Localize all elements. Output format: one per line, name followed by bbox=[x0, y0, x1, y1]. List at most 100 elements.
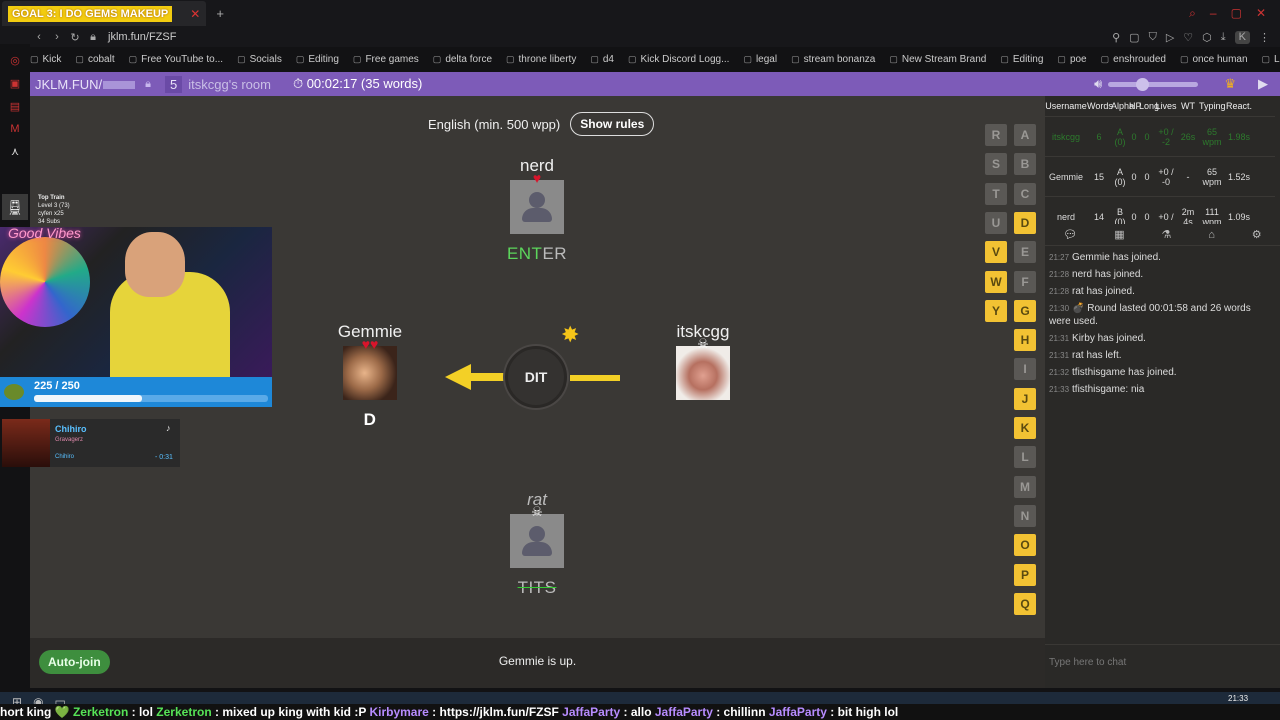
bookmark-item[interactable]: New Stream Brand bbox=[889, 54, 986, 65]
bookmark-item[interactable]: Kick Discord Logg... bbox=[628, 54, 730, 65]
pin-icon[interactable]: ⚲ bbox=[1112, 31, 1120, 44]
album-art bbox=[2, 419, 50, 467]
bookmark-item[interactable]: Socials bbox=[237, 54, 282, 65]
table-cell: 6 bbox=[1096, 131, 1102, 142]
chat-message: 21:32 tfisthisgame has joined. bbox=[1049, 366, 1275, 379]
column-header[interactable]: Username bbox=[1045, 101, 1087, 111]
player-icon[interactable]: ▷ bbox=[1166, 31, 1174, 44]
skull-icon: ☠ bbox=[531, 504, 543, 519]
mail-icon[interactable]: M bbox=[0, 123, 30, 135]
browser-tab[interactable]: GOAL 3: I DO GEMS MAKEUP ✕ bbox=[2, 1, 207, 26]
profile-avatar[interactable]: K bbox=[1234, 30, 1250, 44]
apps-icon[interactable]: ⋏ bbox=[0, 145, 30, 158]
chat-text: 💣 Round lasted 00:01:58 and 26 words wer… bbox=[1049, 303, 1251, 327]
jklm-app-bar: JKLM.FUN/ 🔒︎ 5 itskcgg's room ⏱ 00:02:17… bbox=[30, 72, 1280, 96]
neon-sign: Good Vibes bbox=[8, 227, 81, 241]
room-lock-icon[interactable]: 🔒︎ bbox=[145, 78, 151, 91]
chat-message: 21:31 Kirby has joined. bbox=[1049, 332, 1275, 345]
player-sidebar-icon[interactable]: ▤ bbox=[0, 100, 30, 113]
show-rules-button[interactable]: Show rules bbox=[570, 112, 655, 136]
heart-icon[interactable]: ♡ bbox=[1183, 31, 1193, 44]
column-header[interactable]: React. bbox=[1225, 101, 1253, 111]
bookmark-item[interactable]: d4 bbox=[590, 54, 614, 65]
column-header[interactable]: Lives bbox=[1155, 101, 1177, 111]
chat-text: nerd has joined. bbox=[1072, 269, 1144, 280]
chat-time: 21:28 bbox=[1049, 270, 1070, 279]
bookmark-item[interactable]: throne liberty bbox=[506, 54, 577, 65]
table-cell: itskcgg bbox=[1051, 131, 1080, 142]
bookmark-item[interactable]: once human bbox=[1180, 54, 1247, 65]
close-tab-icon[interactable]: ✕ bbox=[190, 7, 200, 21]
bookmark-item[interactable]: Free games bbox=[353, 54, 418, 65]
column-header[interactable]: Long bbox=[1139, 101, 1159, 111]
stats-tab-icon[interactable]: ⚗ bbox=[1161, 228, 1171, 241]
letter-j: J bbox=[1014, 387, 1036, 410]
crown-icon[interactable]: ♛ bbox=[1224, 76, 1236, 92]
bookmark-item[interactable]: Kick bbox=[30, 54, 62, 65]
download-icon[interactable]: ⤓ bbox=[1221, 31, 1226, 44]
column-header[interactable]: WT bbox=[1177, 101, 1199, 111]
settings-tab-icon[interactable]: ⚙ bbox=[1252, 228, 1262, 241]
auto-join-button[interactable]: Auto-join bbox=[39, 650, 110, 674]
sub-goal-fill bbox=[34, 395, 142, 402]
table-cell: 0 bbox=[1131, 131, 1137, 142]
speaker-icon[interactable]: 🔊︎ bbox=[1094, 76, 1102, 92]
room-tab-icon[interactable]: ⌂ bbox=[1208, 229, 1215, 241]
column-header[interactable]: Words bbox=[1087, 101, 1113, 111]
scoreboard-header: Username Words Alpha HP Long Lives WT Typing Rea… bbox=[1045, 96, 1275, 116]
chat-input[interactable]: Type here to chat bbox=[1045, 644, 1280, 688]
bookmark-item[interactable]: Editing bbox=[1000, 54, 1044, 65]
new-tab-icon[interactable]: + bbox=[216, 6, 224, 21]
twitch-icon[interactable]: ▣ bbox=[0, 77, 30, 90]
bookmark-item[interactable]: Free YouTube to... bbox=[129, 54, 223, 65]
train-icon: 🚆︎ bbox=[2, 194, 28, 220]
shield-icon[interactable]: ⛉ bbox=[1149, 31, 1157, 44]
messenger-icon[interactable]: ◎ bbox=[0, 54, 30, 67]
menu-icon[interactable]: ⋮ bbox=[1259, 31, 1270, 44]
site-label: JKLM.FUN/ bbox=[35, 76, 103, 92]
hype-train-widget: 🚆︎ Top Train Level 3 (73) cyfen x25 34 S… bbox=[0, 190, 80, 225]
column-header[interactable]: Typing bbox=[1199, 101, 1226, 111]
volume-knob[interactable] bbox=[1136, 77, 1150, 91]
letter-s: S bbox=[985, 153, 1007, 176]
maximize-icon[interactable]: ▢ bbox=[1231, 6, 1242, 21]
table-cell: 0 bbox=[1144, 171, 1150, 182]
forward-icon[interactable]: › bbox=[48, 31, 66, 43]
back-icon[interactable]: ‹ bbox=[30, 31, 48, 43]
minimize-icon[interactable]: – bbox=[1210, 6, 1217, 21]
bookmark-item[interactable]: legal bbox=[743, 54, 777, 65]
side-panel: Username Words Alpha HP Long Lives WT Typing Rea… bbox=[1045, 96, 1280, 688]
players-tab-icon[interactable]: ▦ bbox=[1114, 228, 1124, 241]
volume-slider[interactable] bbox=[1108, 77, 1199, 91]
table-cell: 0 bbox=[1131, 211, 1137, 222]
bookmark-item[interactable]: cobalt bbox=[75, 54, 115, 65]
bookmark-item[interactable]: delta force bbox=[433, 54, 492, 65]
chat-text: rat has left. bbox=[1072, 350, 1122, 361]
ticker-username: JaffaParty bbox=[562, 705, 621, 719]
tiktok-icon: ♪ bbox=[166, 423, 171, 433]
letter-w: W bbox=[985, 270, 1007, 293]
bookmark-item[interactable]: Last Epoch Patch... bbox=[1262, 54, 1280, 65]
play-icon[interactable]: ▶ bbox=[1258, 76, 1268, 92]
chat-text: Kirby has joined. bbox=[1072, 333, 1146, 344]
search-icon[interactable]: ⌕ bbox=[1189, 6, 1196, 21]
site-name[interactable]: JKLM.FUN/ bbox=[35, 76, 136, 92]
table-cell: 0 bbox=[1144, 211, 1150, 222]
bookmark-item[interactable]: poe bbox=[1057, 54, 1087, 65]
bookmark-item[interactable]: enshrouded bbox=[1101, 54, 1166, 65]
column-header[interactable]: Alpha bbox=[1111, 101, 1134, 111]
chat-time: 21:31 bbox=[1049, 351, 1070, 360]
bookmark-item[interactable]: Editing bbox=[296, 54, 339, 65]
snapshot-icon[interactable]: ▢ bbox=[1129, 31, 1139, 44]
url-field[interactable]: jklm.fun/FZSF bbox=[108, 31, 176, 43]
player-word: TITS bbox=[517, 578, 557, 597]
reload-icon[interactable]: ↻ bbox=[66, 31, 84, 44]
chat-tab-icon[interactable]: 💬︎ bbox=[1063, 228, 1077, 241]
close-window-icon[interactable]: ✕ bbox=[1256, 6, 1266, 21]
sub-goal-text: 225 / 250 bbox=[34, 380, 80, 392]
extensions-icon[interactable]: ⬡ bbox=[1202, 31, 1212, 44]
column-header[interactable]: HP bbox=[1129, 101, 1142, 111]
streamer-head bbox=[125, 232, 185, 297]
chat-time: 21:30 bbox=[1049, 304, 1070, 313]
bookmark-item[interactable]: stream bonanza bbox=[791, 54, 876, 65]
